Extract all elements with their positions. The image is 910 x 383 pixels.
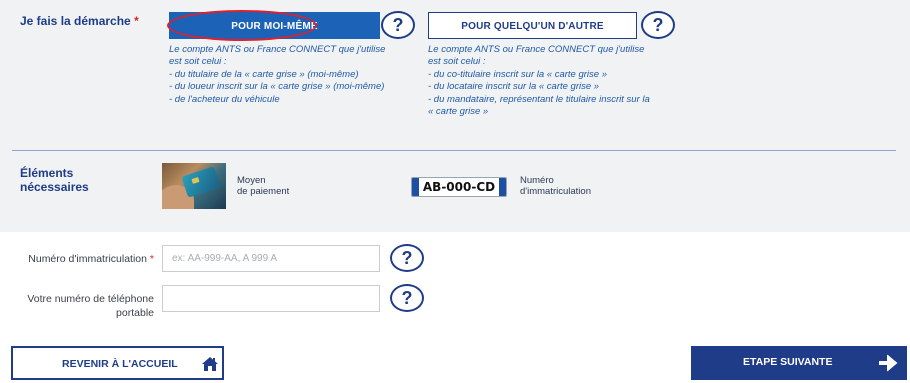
telephone-label-line: portable bbox=[116, 307, 154, 319]
help-icon-immatriculation[interactable]: ? bbox=[390, 244, 424, 272]
self-desc-line: - du loueur inscrit sur la « carte grise… bbox=[169, 81, 385, 93]
back-home-label: REVENIR À L'ACCUEIL bbox=[62, 358, 178, 370]
other-desc-line: Le compte ANTS ou France CONNECT que j'u… bbox=[428, 44, 645, 55]
other-description: Le compte ANTS ou France CONNECT que j'u… bbox=[428, 44, 678, 118]
payment-label-line: de paiement bbox=[237, 185, 290, 197]
license-plate-text: AB-000-CD bbox=[422, 180, 496, 194]
section-divider bbox=[12, 150, 896, 151]
payment-card-image bbox=[162, 163, 226, 209]
immatriculation-input[interactable] bbox=[162, 245, 380, 272]
elements-label-line: nécessaires bbox=[20, 180, 89, 194]
immatriculation-label: Numéro d'immatriculation * bbox=[14, 253, 154, 265]
other-desc-line: « carte grise » bbox=[428, 106, 489, 118]
elements-label: Éléments nécessaires bbox=[20, 166, 89, 194]
required-mark: * bbox=[149, 253, 154, 265]
other-desc-line: - du mandataire, représentant le titulai… bbox=[428, 93, 650, 105]
for-myself-button[interactable]: POUR MOI-MÊME bbox=[169, 12, 380, 39]
immatriculation-label-text: Numéro d'immatriculation bbox=[28, 253, 147, 265]
self-desc-line: Le compte ANTS ou France CONNECT que j'u… bbox=[169, 44, 386, 55]
next-step-button[interactable]: ETAPE SUIVANTE bbox=[691, 346, 907, 380]
self-desc-line: - de l'acheteur du véhicule bbox=[169, 93, 280, 105]
plate-label: Numéro d'immatriculation bbox=[520, 175, 591, 197]
self-desc-line: - du titulaire de la « carte grise » (mo… bbox=[169, 68, 359, 80]
plate-label-line: Numéro bbox=[520, 175, 554, 186]
help-icon-self[interactable]: ? bbox=[381, 11, 415, 39]
self-desc-line: est soit celui : bbox=[169, 56, 227, 68]
telephone-input[interactable] bbox=[162, 285, 380, 312]
arrow-right-icon bbox=[878, 354, 898, 372]
next-step-label: ETAPE SUIVANTE bbox=[743, 356, 833, 368]
elements-label-line: Éléments bbox=[20, 166, 74, 180]
required-mark: * bbox=[134, 14, 139, 28]
demarche-label: Je fais la démarche * bbox=[20, 14, 139, 28]
plate-label-line: d'immatriculation bbox=[520, 185, 591, 197]
back-home-button[interactable]: REVENIR À L'ACCUEIL bbox=[11, 346, 224, 380]
help-icon-telephone[interactable]: ? bbox=[390, 284, 424, 312]
other-desc-line: - du co-titulaire inscrit sur la « carte… bbox=[428, 68, 607, 80]
demarche-label-text: Je fais la démarche bbox=[20, 14, 131, 28]
telephone-label: Votre numéro de téléphone portable bbox=[10, 292, 154, 320]
for-someone-else-button[interactable]: POUR QUELQU'UN D'AUTRE bbox=[428, 12, 637, 39]
payment-label: Moyen de paiement bbox=[237, 175, 290, 197]
other-desc-line: est soit celui : bbox=[428, 56, 486, 68]
telephone-label-line: Votre numéro de téléphone bbox=[27, 293, 154, 305]
home-icon bbox=[201, 356, 219, 372]
other-desc-line: - du locataire inscrit sur la « carte gr… bbox=[428, 81, 600, 93]
license-plate-image: AB-000-CD bbox=[411, 177, 507, 197]
payment-label-line: Moyen bbox=[237, 175, 266, 186]
help-icon-other[interactable]: ? bbox=[641, 11, 675, 39]
self-description: Le compte ANTS ou France CONNECT que j'u… bbox=[169, 44, 419, 106]
